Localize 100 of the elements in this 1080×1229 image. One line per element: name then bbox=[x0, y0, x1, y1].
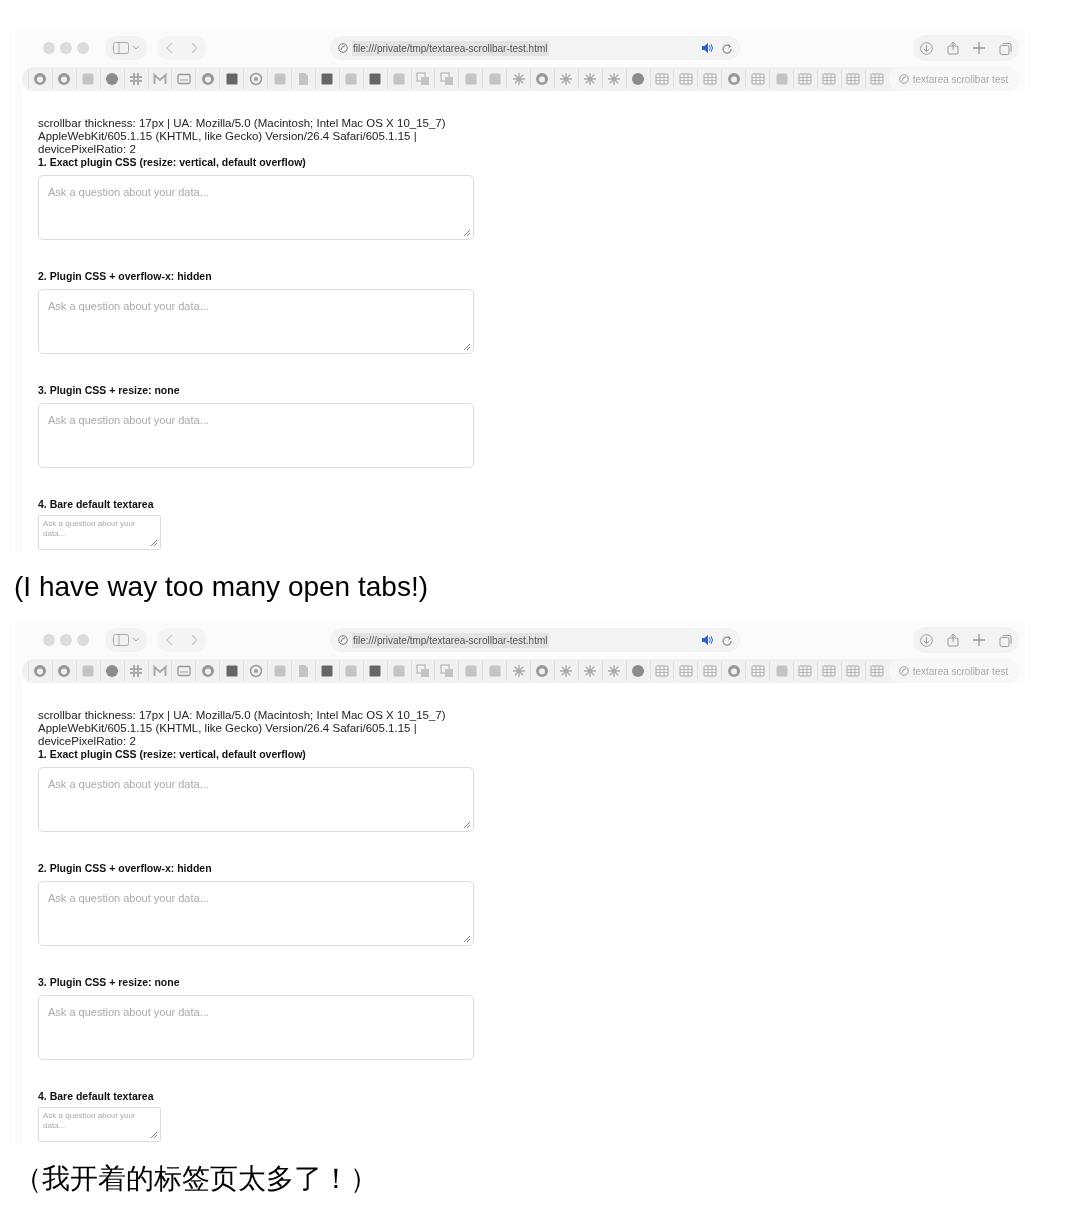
square-icon bbox=[320, 72, 335, 86]
square-icon bbox=[344, 664, 359, 678]
text-area[interactable]: Ask a question about your data... bbox=[38, 515, 161, 550]
resize-handle-icon[interactable] bbox=[463, 821, 471, 829]
active-tab[interactable]: textarea scrollbar test bbox=[888, 67, 1019, 91]
resize-handle-icon[interactable] bbox=[463, 935, 471, 943]
sidebar-button[interactable] bbox=[105, 36, 147, 60]
burst-icon bbox=[583, 72, 598, 86]
card-icon bbox=[176, 664, 191, 678]
url-text: file:///private/tmp/textarea-scrollbar-test.html bbox=[352, 632, 549, 648]
toolbar-buttons[interactable] bbox=[913, 35, 1019, 61]
plus-icon[interactable] bbox=[973, 634, 985, 646]
tab-overview-icon[interactable] bbox=[999, 633, 1012, 647]
compass-icon bbox=[338, 43, 348, 53]
burst-icon bbox=[511, 664, 526, 678]
plus-icon[interactable] bbox=[973, 42, 985, 54]
speaker-icon[interactable] bbox=[701, 634, 713, 646]
test-heading: 1. Exact plugin CSS (resize: vertical, default overflow) bbox=[38, 156, 307, 169]
square-icon bbox=[774, 664, 789, 678]
document-icon bbox=[296, 664, 311, 678]
square-icon bbox=[272, 72, 287, 86]
circle-icon bbox=[105, 664, 120, 678]
text-area[interactable]: Ask a question about your data... bbox=[38, 767, 474, 832]
forward-icon[interactable] bbox=[191, 42, 198, 54]
caption-text: （我开着的标签页太多了！） bbox=[14, 1161, 378, 1197]
download-icon[interactable] bbox=[920, 633, 933, 647]
burst-icon bbox=[583, 664, 598, 678]
burst-icon bbox=[559, 72, 574, 86]
resize-handle-icon[interactable] bbox=[463, 229, 471, 237]
address-bar[interactable]: file:///private/tmp/textarea-scrollbar-test.html bbox=[330, 628, 740, 652]
info-text: scrollbar thickness: 17px | UA: Mozilla/5.0 (Macintosh; Intel Mac OS X 10_15_7) AppleWebKit/605.1.15 (KHTML, like Gecko) Version/26.4 Safari/605.1.15 | devicePixelRatio: 2 bbox=[38, 117, 447, 156]
text-area[interactable]: Ask a question about your data... bbox=[38, 995, 474, 1060]
square-icon bbox=[392, 72, 407, 86]
stack-icon bbox=[415, 664, 430, 678]
square-icon bbox=[344, 72, 359, 86]
square-icon bbox=[487, 72, 502, 86]
grid-icon bbox=[655, 72, 669, 86]
resize-handle-icon[interactable] bbox=[150, 539, 158, 547]
burst-icon bbox=[511, 72, 526, 86]
share-icon[interactable] bbox=[947, 633, 959, 647]
burst-icon bbox=[559, 664, 574, 678]
active-tab[interactable]: textarea scrollbar test bbox=[888, 659, 1019, 683]
grid-icon bbox=[846, 72, 861, 86]
caption-text: (I have way too many open tabs!) bbox=[14, 570, 428, 604]
sidebar-button[interactable] bbox=[105, 628, 147, 652]
square-icon bbox=[487, 664, 502, 678]
reload-icon[interactable] bbox=[721, 42, 732, 54]
test-heading: 4. Bare default textarea bbox=[38, 1090, 155, 1103]
text-area[interactable]: Ask a question about your data... bbox=[38, 881, 474, 946]
info-text: scrollbar thickness: 17px | UA: Mozilla/5.0 (Macintosh; Intel Mac OS X 10_15_7) AppleWebKit/605.1.15 (KHTML, like Gecko) Version/26.4 Safari/605.1.15 | devicePixelRatio: 2 bbox=[38, 709, 447, 748]
hash-icon bbox=[129, 72, 144, 86]
square-icon bbox=[463, 72, 478, 86]
square-icon bbox=[368, 664, 383, 678]
speaker-icon[interactable] bbox=[701, 42, 713, 54]
sidebar-icon bbox=[112, 634, 140, 646]
burst-icon bbox=[607, 664, 622, 678]
grid-icon bbox=[678, 72, 693, 86]
stack-icon bbox=[415, 72, 430, 86]
address-bar[interactable]: file:///private/tmp/textarea-scrollbar-test.html bbox=[330, 36, 740, 60]
toolbar-buttons[interactable] bbox=[913, 627, 1019, 653]
test-heading: 3. Plugin CSS + resize: none bbox=[38, 976, 181, 989]
resize-handle-icon[interactable] bbox=[463, 343, 471, 351]
text-area[interactable]: Ask a question about your data... bbox=[38, 403, 474, 468]
download-icon[interactable] bbox=[920, 41, 933, 55]
resize-handle-icon[interactable] bbox=[150, 1131, 158, 1139]
text-area[interactable]: Ask a question about your data... bbox=[38, 1107, 161, 1142]
mail-icon bbox=[153, 72, 167, 86]
grid-icon bbox=[870, 72, 885, 86]
square-icon bbox=[224, 664, 239, 678]
square-icon bbox=[81, 664, 96, 678]
compass-icon bbox=[338, 635, 348, 645]
grid-icon bbox=[798, 72, 813, 86]
back-icon[interactable] bbox=[166, 42, 173, 54]
tab-overview-icon[interactable] bbox=[999, 41, 1012, 55]
grid-icon bbox=[846, 664, 861, 678]
text-area[interactable]: Ask a question about your data... bbox=[38, 175, 474, 240]
grid-icon bbox=[822, 72, 837, 86]
back-icon[interactable] bbox=[166, 634, 173, 646]
share-icon[interactable] bbox=[947, 41, 959, 55]
document-icon bbox=[296, 72, 311, 86]
text-area[interactable]: Ask a question about your data... bbox=[38, 289, 474, 354]
test-heading: 3. Plugin CSS + resize: none bbox=[38, 384, 181, 397]
reload-icon[interactable] bbox=[721, 634, 732, 646]
stack-icon bbox=[439, 72, 454, 86]
test-heading: 1. Exact plugin CSS (resize: vertical, default overflow) bbox=[38, 748, 307, 761]
square-icon bbox=[463, 664, 478, 678]
grid-icon bbox=[870, 664, 885, 678]
circle-icon bbox=[105, 72, 120, 86]
square-icon bbox=[368, 72, 383, 86]
circle-icon bbox=[631, 72, 646, 86]
circle-icon bbox=[631, 664, 646, 678]
stack-icon bbox=[439, 664, 454, 678]
navigation-buttons[interactable] bbox=[157, 36, 207, 60]
grid-icon bbox=[798, 664, 813, 678]
grid-icon bbox=[702, 72, 717, 86]
navigation-buttons[interactable] bbox=[157, 628, 207, 652]
hash-icon bbox=[129, 664, 144, 678]
square-icon bbox=[392, 664, 407, 678]
card-icon bbox=[176, 72, 191, 86]
forward-icon[interactable] bbox=[191, 634, 198, 646]
